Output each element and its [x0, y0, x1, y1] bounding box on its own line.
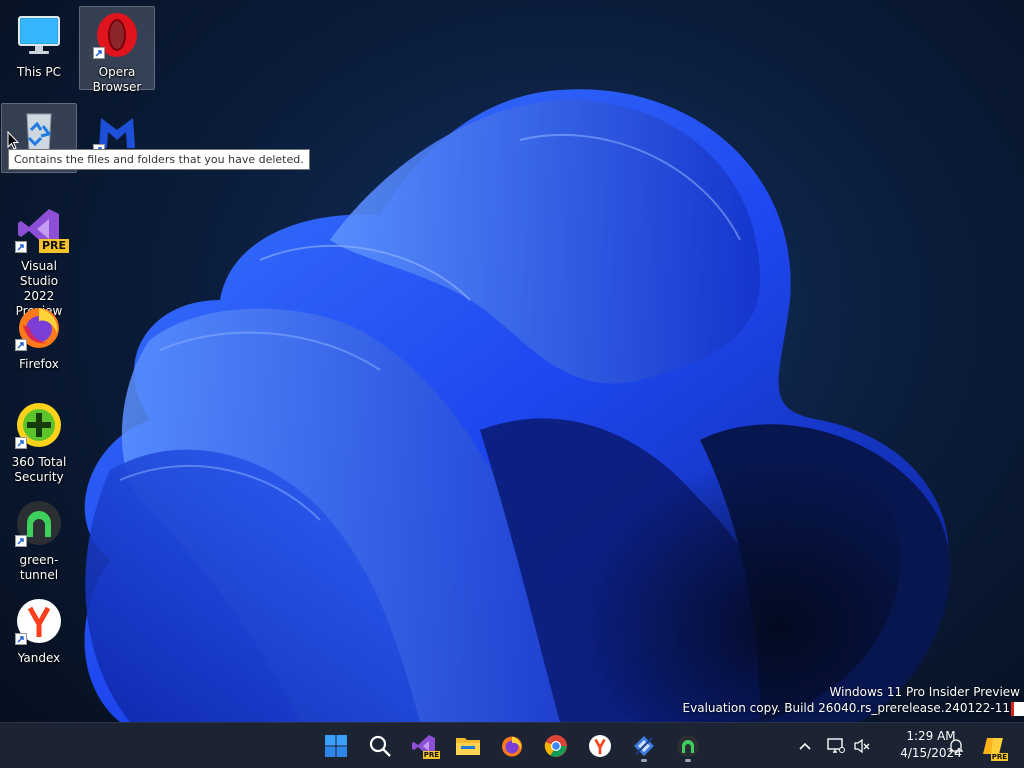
taskbar: PRE 1:29 AM 4/15/2024 PRE: [0, 722, 1024, 768]
desktop[interactable]: This PC Opera Browser PRE Visual Studio …: [0, 0, 1024, 722]
360-security-icon: [15, 401, 63, 449]
watermark-build: Evaluation copy. Build 26040.rs_prerelea…: [682, 701, 1010, 715]
green-tunnel-icon: [15, 499, 63, 547]
desktop-icon-label: Opera Browser: [92, 65, 142, 94]
search-icon: [369, 735, 391, 757]
taskbar-file-explorer[interactable]: [450, 729, 486, 763]
visual-studio-icon: PRE: [15, 205, 69, 253]
evaluation-watermark: Windows 11 Pro Insider Preview Evaluatio…: [683, 684, 1020, 716]
desktop-icon-opera[interactable]: Opera Browser: [79, 6, 155, 94]
desktop-icon-360-security[interactable]: 360 Total Security: [1, 396, 77, 486]
folder-icon: [456, 738, 480, 755]
running-indicator: [641, 759, 647, 762]
taskbar-green-tunnel[interactable]: [670, 729, 706, 763]
tray-network-button[interactable]: [825, 735, 847, 757]
taskbar-firefox[interactable]: [494, 729, 530, 763]
pre-badge: PRE: [990, 753, 1008, 761]
running-indicator: [685, 759, 691, 762]
firefox-icon: [502, 736, 522, 757]
copilot-button[interactable]: PRE: [980, 733, 1008, 761]
desktop-icon-label: 360 Total Security: [11, 455, 67, 484]
chrome-icon: [544, 735, 567, 757]
taskbar-yandex[interactable]: [582, 729, 618, 763]
yandex-icon: [589, 735, 611, 757]
pre-badge: PRE: [38, 239, 69, 253]
network-monitor-icon: [827, 738, 845, 753]
show-hidden-icons-button[interactable]: [794, 735, 816, 757]
taskbar-chrome[interactable]: [538, 729, 574, 763]
windows-logo-icon: [325, 735, 347, 757]
desktop-icon-firefox[interactable]: Firefox: [1, 298, 77, 382]
yandex-icon: [15, 597, 63, 645]
taskbar-visual-studio[interactable]: PRE: [406, 729, 442, 763]
desktop-icon-label: This PC: [17, 65, 61, 79]
mouse-cursor-icon: [7, 131, 19, 150]
search-button[interactable]: [362, 729, 398, 763]
watermark-edition: Windows 11 Pro Insider Preview: [829, 685, 1020, 699]
notifications-button[interactable]: [945, 735, 967, 757]
bell-icon: [948, 739, 964, 754]
desktop-icon-label: green-tunnel: [19, 553, 59, 582]
start-button[interactable]: [318, 729, 354, 763]
monitor-icon: [15, 11, 63, 59]
chevron-up-icon: [799, 742, 811, 750]
recycle-bin-tooltip: Contains the files and folders that you …: [8, 149, 310, 170]
shortcut-arrow-icon: [15, 339, 27, 351]
shortcut-arrow-icon: [15, 633, 27, 645]
desktop-icon-green-tunnel[interactable]: green-tunnel: [1, 494, 77, 582]
taskbar-network-tool[interactable]: [626, 729, 662, 763]
volume-muted-icon: [854, 738, 870, 754]
desktop-icon-visual-studio[interactable]: PRE Visual Studio 2022 Preview: [1, 200, 77, 318]
watermark-badge-icon: [1011, 702, 1024, 716]
desktop-icon-this-pc[interactable]: This PC: [1, 6, 77, 90]
shortcut-arrow-icon: [15, 535, 27, 547]
network-tool-icon: [634, 736, 654, 756]
pre-badge: PRE: [422, 751, 440, 759]
green-tunnel-icon: [677, 735, 699, 757]
shortcut-arrow-icon: [15, 437, 27, 449]
firefox-icon: [15, 303, 63, 351]
desktop-icon-yandex[interactable]: Yandex: [1, 592, 77, 676]
desktop-icon-label: Firefox: [19, 357, 59, 371]
desktop-icon-label: Yandex: [17, 651, 61, 665]
tray-volume-button[interactable]: [851, 735, 873, 757]
shortcut-arrow-icon: [15, 241, 27, 253]
opera-icon: [93, 11, 141, 59]
shortcut-arrow-icon: [93, 47, 105, 59]
